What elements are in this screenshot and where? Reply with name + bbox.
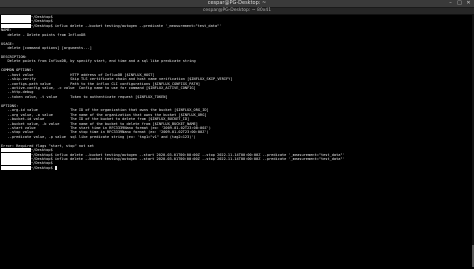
redacted-username — [1, 15, 31, 19]
maximize-icon[interactable]: □ — [457, 1, 462, 6]
redacted-username — [1, 23, 31, 28]
tab-title[interactable]: cespar@PG-Desktop: ~ 80x41 — [0, 8, 474, 14]
redacted-username — [1, 157, 31, 161]
redacted-username — [1, 161, 31, 166]
prompt-path: ~/Desktop$ — [31, 15, 55, 19]
window-title: cespar@PG-Desktop: ~ — [207, 0, 267, 6]
window-controls: – □ ✕ — [448, 1, 471, 6]
command-text: influx delete --bucket testing/autogen -… — [54, 157, 345, 161]
command-text: influx delete --bucket testing/autogen -… — [54, 152, 345, 157]
prompt-path: ~/Desktop$ — [31, 152, 55, 157]
prompt-path: ~/Desktop$ — [31, 165, 55, 170]
tab-bar: cespar@PG-Desktop: ~ 80x41 — [0, 8, 474, 15]
redacted-username — [1, 165, 31, 170]
command-text: influx delete --bucket testing/autogen -… — [54, 23, 222, 28]
prompt-path: ~/Desktop$ — [31, 161, 55, 166]
prompt-path: ~/Desktop$ — [31, 148, 55, 153]
minimize-icon[interactable]: – — [448, 1, 453, 6]
close-icon[interactable]: ✕ — [466, 1, 471, 6]
terminal-window: cespar@PG-Desktop: ~ – □ ✕ cespar@PG-Des… — [0, 0, 474, 269]
prompt-path: ~/Desktop$ — [31, 19, 55, 24]
redacted-username — [1, 19, 31, 24]
prompt-path: ~/Desktop$ — [31, 23, 55, 28]
terminal-output[interactable]: ~/Desktop$ ~/Desktop$ ~/Desktop$ influx … — [1, 15, 471, 267]
prompt-path: ~/Desktop$ — [31, 157, 55, 161]
redacted-username — [1, 152, 31, 157]
title-bar[interactable]: cespar@PG-Desktop: ~ – □ ✕ — [0, 0, 474, 8]
prompt-line: ~/Desktop$ — [1, 165, 471, 170]
redacted-username — [1, 148, 31, 153]
text-cursor — [54, 165, 57, 170]
